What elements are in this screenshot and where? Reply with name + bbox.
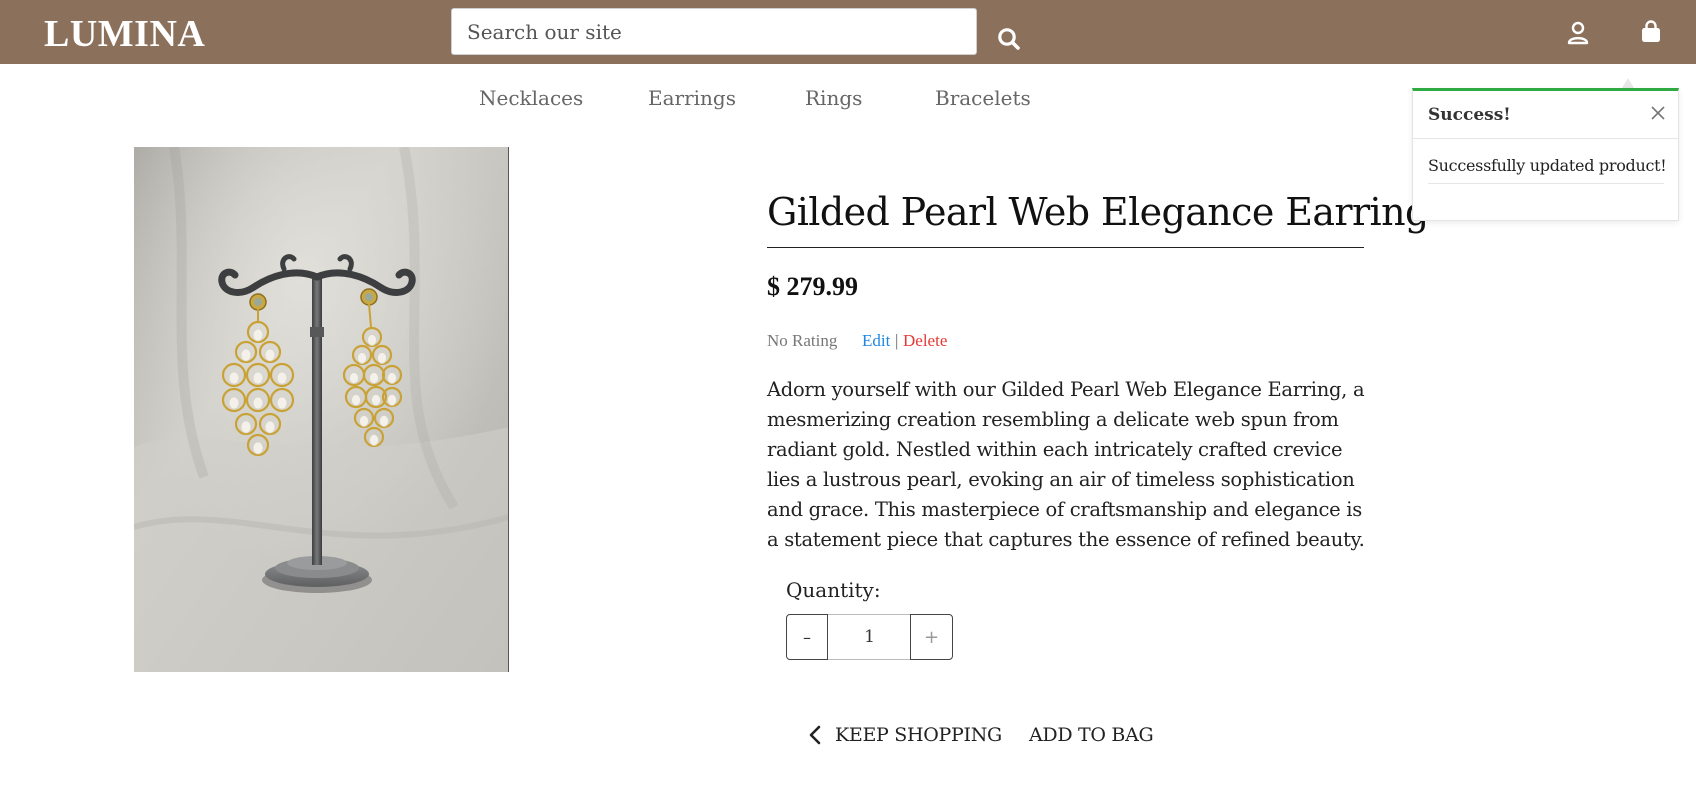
product-price: $ 279.99 — [767, 272, 858, 301]
keep-shopping-button[interactable]: KEEP SHOPPING — [808, 720, 1002, 750]
close-icon[interactable] — [1650, 105, 1666, 121]
toast-message: Successfully updated product! — [1428, 156, 1667, 184]
user-icon — [1567, 21, 1589, 45]
site-logo[interactable]: LUMINA — [44, 12, 205, 56]
toast-title: Success! — [1428, 105, 1511, 125]
product-title: Gilded Pearl Web Elegance Earring — [767, 190, 1429, 248]
edit-link[interactable]: Edit — [862, 331, 890, 351]
search-input[interactable] — [451, 8, 977, 55]
nav-item-rings[interactable]: Rings — [805, 86, 862, 110]
toast-pointer — [1622, 78, 1634, 88]
nav-item-bracelets[interactable]: Bracelets — [935, 86, 1031, 110]
bag-icon — [1642, 20, 1660, 42]
account-button[interactable] — [1566, 20, 1590, 46]
success-toast: Success! Successfully updated product! — [1412, 88, 1679, 221]
quantity-increment-button[interactable]: + — [910, 614, 953, 660]
delete-link[interactable]: Delete — [903, 331, 947, 351]
keep-shopping-label: KEEP SHOPPING — [835, 724, 1002, 746]
cart-button[interactable] — [1638, 19, 1664, 45]
search-icon — [998, 28, 1020, 50]
add-to-bag-button[interactable]: ADD TO BAG — [1029, 720, 1154, 750]
toast-header: Success! — [1413, 91, 1678, 139]
top-bar: LUMINA — [0, 0, 1696, 64]
quantity-label: Quantity: — [786, 578, 881, 602]
product-image — [134, 147, 509, 672]
product-rating: No Rating — [767, 331, 838, 350]
nav-item-earrings[interactable]: Earrings — [648, 86, 736, 110]
search-button[interactable] — [996, 26, 1026, 52]
product-description: Adorn yourself with our Gilded Pearl Web… — [767, 378, 1365, 551]
chevron-left-icon — [809, 725, 821, 745]
quantity-decrement-button[interactable]: – — [786, 614, 828, 660]
quantity-input[interactable] — [828, 614, 911, 660]
nav-item-necklaces[interactable]: Necklaces — [479, 86, 583, 110]
link-separator: | — [895, 331, 899, 350]
